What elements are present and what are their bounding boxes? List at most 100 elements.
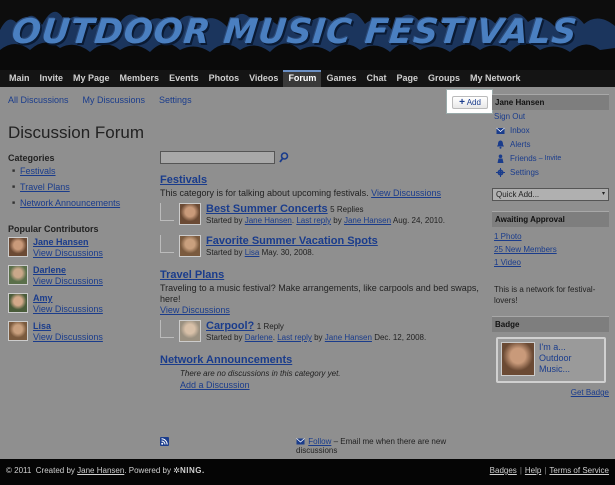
plus-icon: + xyxy=(459,97,465,108)
last-author-link[interactable]: Jane Hansen xyxy=(325,333,372,342)
quick-add-value: Quick Add... xyxy=(496,190,540,199)
sign-out-link[interactable]: Sign Out xyxy=(494,112,525,121)
contributor-name[interactable]: Amy xyxy=(33,293,103,304)
discussion-title[interactable]: Best Summer Concerts xyxy=(206,203,328,215)
thread-connector xyxy=(160,320,174,338)
follow-link[interactable]: Follow xyxy=(308,437,331,446)
avatar[interactable] xyxy=(8,293,28,313)
alerts-link[interactable]: Alerts xyxy=(510,140,530,149)
footer-terms-link[interactable]: Terms of Service xyxy=(549,466,609,475)
discussion-title[interactable]: Favorite Summer Vacation Spots xyxy=(206,235,378,247)
avatar[interactable] xyxy=(8,265,28,285)
inbox-icon xyxy=(496,127,505,134)
category-title-travel-plans[interactable]: Travel Plans xyxy=(160,269,485,281)
search-input[interactable] xyxy=(160,151,275,164)
contributor-name[interactable]: Lisa xyxy=(33,321,103,332)
alert-bell-icon xyxy=(497,140,504,149)
invite-link[interactable]: – Invite xyxy=(539,155,562,162)
avatar[interactable] xyxy=(8,321,28,341)
add-discussion-link-text[interactable]: Add a Discussion xyxy=(180,380,250,390)
nav-groups[interactable]: Groups xyxy=(423,70,465,87)
view-discussions-link[interactable]: View Discussions xyxy=(33,304,103,315)
view-discussions-link[interactable]: View Discussions xyxy=(33,332,103,343)
discussion-item: Carpool? 1 Reply Started by Darlene. Las… xyxy=(160,320,485,346)
inbox-link[interactable]: Inbox xyxy=(510,126,530,135)
my-discussions-link[interactable]: My Discussions xyxy=(83,95,146,105)
approval-photos-link[interactable]: 1 Photo xyxy=(494,230,607,243)
main-content: All Discussions My Discussions Settings … xyxy=(0,87,615,459)
nav-main[interactable]: Main xyxy=(4,70,35,87)
settings-link[interactable]: Settings xyxy=(510,168,539,177)
category-link-travel-plans[interactable]: Travel Plans xyxy=(20,182,70,192)
all-discussions-link[interactable]: All Discussions xyxy=(8,95,69,105)
author-link[interactable]: Lisa xyxy=(245,248,260,257)
quick-add-select[interactable]: Quick Add... ▾ xyxy=(492,188,609,201)
approval-videos-link[interactable]: 1 Video xyxy=(494,256,607,269)
nav-photos[interactable]: Photos xyxy=(204,70,245,87)
avatar[interactable] xyxy=(179,320,201,342)
author-link[interactable]: Jane Hansen xyxy=(245,216,292,225)
add-discussion-button[interactable]: + Add xyxy=(452,96,488,109)
nav-page[interactable]: Page xyxy=(391,70,423,87)
view-discussions-link[interactable]: View Discussions xyxy=(160,305,230,315)
ning-logo-icon: ✲ xyxy=(173,466,180,475)
category-title-festivals[interactable]: Festivals xyxy=(160,174,485,186)
contributor-item: Amy View Discussions xyxy=(8,293,148,321)
view-discussions-link[interactable]: View Discussions xyxy=(33,248,103,259)
powered-by-text: . Powered by xyxy=(124,466,172,475)
meta-separator: . xyxy=(272,333,275,342)
nav-members[interactable]: Members xyxy=(115,70,165,87)
category-link-network-announcements[interactable]: Network Announcements xyxy=(20,198,120,208)
avatar[interactable] xyxy=(8,237,28,257)
rss-icon[interactable] xyxy=(160,437,169,446)
view-discussions-link[interactable]: View Discussions xyxy=(371,188,441,198)
discussion-title[interactable]: Carpool? xyxy=(206,320,254,332)
get-badge-link[interactable]: Get Badge xyxy=(571,388,609,397)
right-sidebar: Jane Hansen Sign Out Inbox Alerts Friend… xyxy=(492,94,609,397)
reply-count: 1 Reply xyxy=(256,322,284,331)
nav-my-network[interactable]: My Network xyxy=(465,70,526,87)
nav-events[interactable]: Events xyxy=(164,70,204,87)
nav-forum[interactable]: Forum xyxy=(283,70,322,87)
nav-games[interactable]: Games xyxy=(321,70,361,87)
avatar[interactable] xyxy=(179,235,201,257)
category-item: Network Announcements xyxy=(12,198,148,208)
thread-connector xyxy=(160,203,174,221)
discussion-date: May. 30, 2008. xyxy=(261,248,314,257)
nav-videos[interactable]: Videos xyxy=(244,70,283,87)
footer-badges-link[interactable]: Badges xyxy=(490,466,517,475)
get-badge-row: Get Badge xyxy=(492,388,609,397)
nav-chat[interactable]: Chat xyxy=(361,70,391,87)
categories-heading: Categories xyxy=(8,153,55,163)
badge-card[interactable]: I'm a... Outdoor Music... xyxy=(496,337,606,383)
site-title[interactable]: OUTDOOR MUSIC FESTIVALS xyxy=(10,12,580,52)
contributor-name[interactable]: Jane Hansen xyxy=(33,237,103,248)
user-links: Sign Out Inbox Alerts Friends – Invite S… xyxy=(492,110,609,184)
footer-help-link[interactable]: Help xyxy=(525,466,541,475)
ning-logo-text[interactable]: NING. xyxy=(180,466,205,475)
forum-subnav: All Discussions My Discussions Settings xyxy=(8,95,192,105)
discussion-meta: Started by Lisa May. 30, 2008. xyxy=(206,248,378,257)
contributor-name[interactable]: Darlene xyxy=(33,265,103,276)
friends-link[interactable]: Friends xyxy=(510,154,537,163)
category-item: Travel Plans xyxy=(12,182,148,192)
nav-invite[interactable]: Invite xyxy=(35,70,69,87)
category-link-festivals[interactable]: Festivals xyxy=(20,166,56,176)
banner: OUTDOOR MUSIC FESTIVALS xyxy=(0,0,615,70)
view-discussions-link[interactable]: View Discussions xyxy=(33,276,103,287)
last-reply-link[interactable]: Last reply xyxy=(296,216,331,225)
page-title: Discussion Forum xyxy=(8,123,145,142)
search-icon[interactable] xyxy=(279,152,289,163)
last-author-link[interactable]: Jane Hansen xyxy=(344,216,391,225)
forum-settings-link[interactable]: Settings xyxy=(159,95,192,105)
author-link[interactable]: Darlene xyxy=(245,333,273,342)
last-reply-link[interactable]: Last reply xyxy=(277,333,312,342)
nav-my-page[interactable]: My Page xyxy=(68,70,115,87)
category-description: This category is for talking about upcom… xyxy=(160,188,485,199)
avatar[interactable] xyxy=(179,203,201,225)
approval-list: 1 Photo 25 New Members 1 Video xyxy=(492,227,609,272)
approval-members-link[interactable]: 25 New Members xyxy=(494,243,607,256)
creator-link[interactable]: Jane Hansen xyxy=(77,466,124,475)
travel-desc-text: Traveling to a music festival? Make arra… xyxy=(160,283,479,304)
category-title-network-announcements[interactable]: Network Announcements xyxy=(160,354,485,366)
